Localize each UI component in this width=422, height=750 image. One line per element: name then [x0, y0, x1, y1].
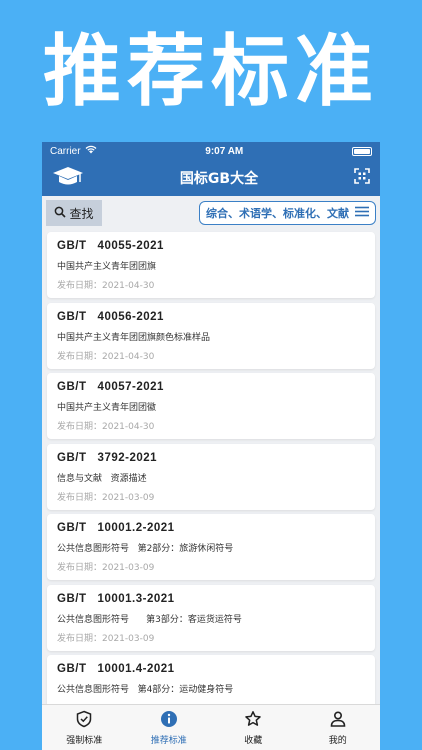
menu-icon [355, 206, 369, 220]
standard-card[interactable]: GB/T 40056-2021 中国共产主义青年团团旗颜色标准样品 发布日期：2… [47, 302, 375, 369]
wifi-icon [85, 145, 97, 157]
standard-date: 发布日期：2021-03-09 [57, 492, 155, 503]
standard-card[interactable]: GB/T 10001.3-2021 公共信息图形符号 第3部分：客运货运符号 发… [47, 584, 375, 651]
standard-date: 发布日期：2021-03-09 [57, 563, 155, 573]
tab-favorites[interactable]: 收藏 [211, 705, 296, 750]
tab-label: 强制标准 [66, 735, 103, 746]
person-icon [329, 710, 347, 731]
standard-name: 中国共产主义青年团团旗 [57, 262, 157, 272]
toolbar: 查找 综合、术语学、标准化、文献 [42, 196, 380, 230]
carrier-label: Carrier [50, 145, 81, 157]
qr-scan-icon[interactable] [354, 168, 370, 188]
nav-bar: 国标GB大全 [42, 160, 380, 196]
standard-card[interactable]: GB/T 40055-2021 中国共产主义青年团团旗 发布日期：2021-04… [47, 232, 375, 298]
standard-name: 中国共产主义青年团团旗颜色标准样品 [57, 332, 211, 343]
search-icon [54, 206, 67, 221]
category-filter-label: 综合、术语学、标准化、文献 [206, 207, 349, 220]
tab-recommended-standards[interactable]: 推荐标准 [127, 705, 212, 750]
standards-list: GB/T 40055-2021 中国共产主义青年团团旗 发布日期：2021-04… [42, 230, 380, 728]
nav-title: 国标GB大全 [179, 171, 259, 187]
search-button[interactable]: 查找 [46, 200, 102, 226]
standard-code: GB/T 40057-2021 [57, 381, 164, 393]
tab-bar: 强制标准 推荐标准 收藏 我的 [42, 704, 380, 750]
standard-code: GB/T 40056-2021 [57, 310, 164, 323]
tab-label: 推荐标准 [150, 735, 187, 746]
standard-date: 发布日期：2021-04-30 [57, 422, 155, 432]
standard-code: GB/T 40055-2021 [57, 240, 164, 252]
standard-card[interactable]: GB/T 40057-2021 中国共产主义青年团团徽 发布日期：2021-04… [47, 373, 375, 439]
standard-name: 公共信息图形符号 第4部分：运动健身符号 [57, 685, 234, 695]
standard-code: GB/T 3792-2021 [57, 451, 158, 464]
battery-icon [351, 146, 372, 156]
standard-name: 中国共产主义青年团团徽 [57, 403, 157, 413]
standard-name: 信息与文献 资源描述 [57, 473, 147, 484]
phone-screen: Carrier 9:07 AM 国标GB大全 查找 综合、术语学、标准化、文献 [42, 142, 380, 750]
standard-date: 发布日期：2021-04-30 [57, 281, 155, 291]
tab-mine[interactable]: 我的 [296, 705, 381, 750]
category-filter-button[interactable]: 综合、术语学、标准化、文献 [199, 201, 376, 225]
standard-code: GB/T 10001.4-2021 [57, 663, 175, 675]
search-button-label: 查找 [69, 206, 94, 221]
standard-name: 公共信息图形符号 第3部分：客运货运符号 [57, 614, 242, 625]
status-bar: Carrier 9:07 AM [42, 142, 380, 160]
standard-code: GB/T 10001.2-2021 [57, 522, 175, 534]
tab-label: 收藏 [244, 735, 263, 746]
standard-card[interactable]: GB/T 3792-2021 信息与文献 资源描述 发布日期：2021-03-0… [47, 443, 375, 510]
info-icon [160, 710, 178, 731]
standard-date: 发布日期：2021-04-30 [57, 351, 155, 362]
promo-title: 推荐标准 [42, 27, 379, 117]
star-icon [244, 710, 262, 731]
shield-check-icon [75, 710, 93, 731]
standard-card[interactable]: GB/T 10001.2-2021 公共信息图形符号 第2部分：旅游休闲符号 发… [47, 514, 375, 580]
standard-name: 公共信息图形符号 第2部分：旅游休闲符号 [57, 544, 234, 554]
tab-label: 我的 [328, 735, 347, 746]
tab-mandatory-standards[interactable]: 强制标准 [42, 705, 127, 750]
standard-date: 发布日期：2021-03-09 [57, 633, 155, 644]
graduation-cap-icon[interactable] [52, 165, 84, 191]
standard-code: GB/T 10001.3-2021 [57, 592, 175, 605]
status-time: 9:07 AM [205, 145, 244, 157]
